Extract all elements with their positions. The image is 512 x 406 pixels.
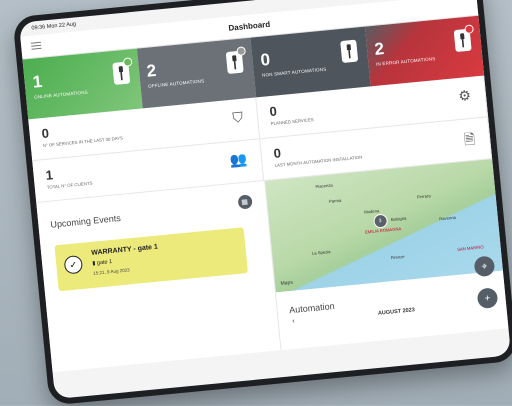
maps-provider: Maps (280, 279, 294, 287)
event-title: WARRANTY - gate 1 (91, 243, 159, 257)
tile-online-automations[interactable]: 1 ONLINE AUTOMATIONS (22, 48, 143, 120)
upcoming-events-title: Upcoming Events (49, 212, 122, 230)
shield-check-icon: ✓ (63, 254, 84, 275)
right-column: Piacenza Parma Modena Ferrara Bologna Ra… (264, 159, 509, 351)
locate-icon: ⌖ (481, 260, 488, 273)
app-screen: 09:36 Mon 22 Aug ➤ ◠ 8% ▮ Dashboard 1 ON… (18, 0, 512, 400)
gears-icon: ⚙ (457, 86, 472, 104)
map-label-san-marino: SAN MARINO (456, 244, 484, 252)
map-view[interactable]: Piacenza Parma Modena Ferrara Bologna Ra… (264, 159, 503, 293)
calendar-icon: ▦ (241, 198, 249, 207)
event-card[interactable]: ✓ WARRANTY - gate 1 ▮ gate 1 15:21, 9 Au… (54, 227, 248, 292)
calendar-button[interactable]: ▦ (237, 194, 253, 210)
event-time: 15:21, 9 Aug 2023 (93, 267, 130, 276)
automation-title: Automation (288, 300, 336, 316)
map-label-parma: Parma (328, 197, 342, 204)
remote-key-icon (339, 39, 358, 64)
map-label-ravenna: Ravenna (438, 214, 457, 222)
status-time: 09:36 (31, 24, 46, 32)
map-label-la-spezia: La Spezia (311, 249, 331, 256)
map-label-ferrara: Ferrara (416, 193, 431, 200)
map-cluster-pin[interactable]: 3 (372, 213, 388, 229)
event-gate-name: gate 1 (96, 258, 113, 267)
page-title: Dashboard (228, 19, 271, 33)
map-label-piacenza: Piacenza (315, 182, 333, 190)
documents-icon: 🗎 (463, 130, 476, 148)
online-status-badge-icon (122, 57, 133, 68)
map-label-firenze: Firenze (390, 253, 405, 261)
tile-non-smart-automations[interactable]: 0 NON SMART AUTOMATIONS (250, 26, 371, 98)
hamburger-menu-icon[interactable] (30, 41, 42, 52)
gate-icon: ▮ (92, 260, 96, 267)
event-subtitle: ▮ gate 1 (92, 259, 112, 267)
upcoming-events-panel: Upcoming Events ▦ ✓ WARRANTY - gate 1 ▮ … (36, 180, 282, 373)
calendar-month: AUGUST 2023 (377, 307, 416, 317)
status-date: Mon 22 Aug (46, 21, 77, 31)
offline-status-badge-icon (236, 46, 247, 57)
tile-error-automations[interactable]: 2 IN ERROR AUTOMATIONS (364, 15, 485, 87)
plus-icon: + (484, 292, 491, 304)
tile-offline-automations[interactable]: 2 OFFLINE AUTOMATIONS (136, 37, 257, 109)
error-badge-icon (464, 24, 475, 35)
shield-check-icon: ⛉ (231, 108, 244, 126)
map-label-bologna: Bologna (390, 215, 407, 223)
people-icon: 👥 (228, 150, 248, 169)
maps-attribution: Maps (280, 280, 293, 287)
chevron-left-icon[interactable]: ‹ (292, 318, 295, 325)
tablet-device: 09:36 Mon 22 Aug ➤ ◠ 8% ▮ Dashboard 1 ON… (12, 0, 512, 406)
